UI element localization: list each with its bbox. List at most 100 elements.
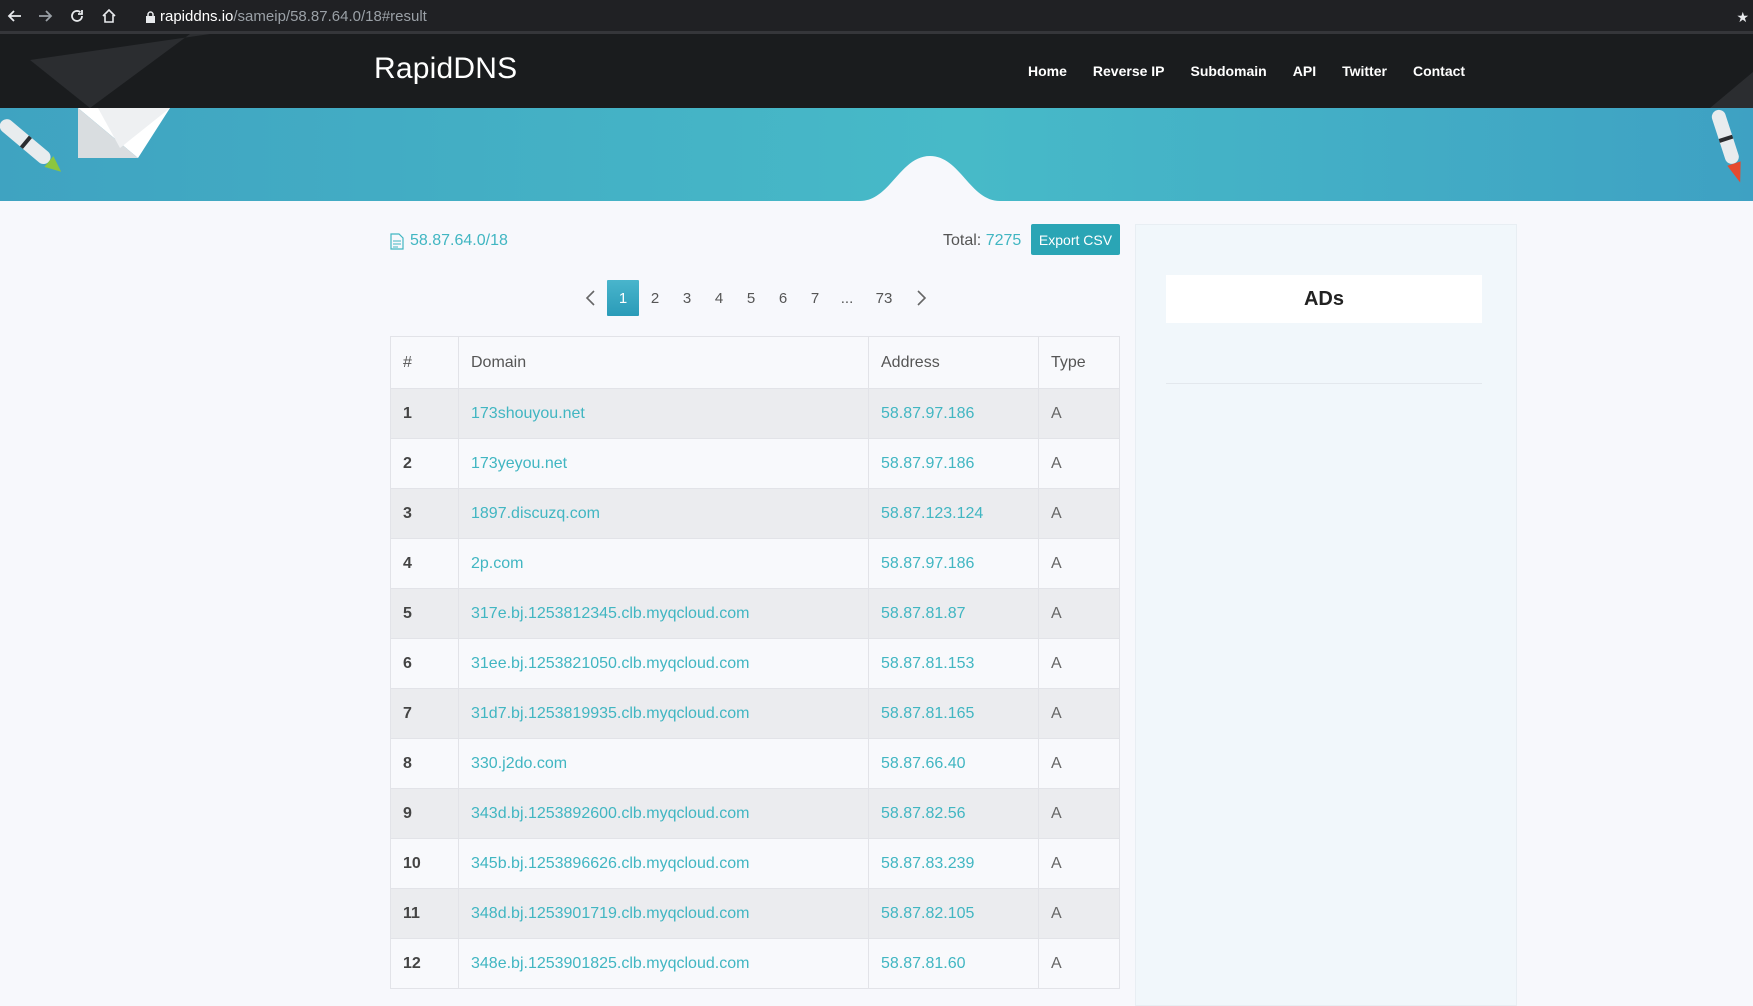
nav-home[interactable]: Home bbox=[1028, 63, 1067, 79]
address-bar[interactable]: rapiddns.io/sameip/58.87.64.0/18#result bbox=[160, 8, 427, 25]
address-link[interactable]: 58.87.81.153 bbox=[881, 655, 974, 672]
address-link[interactable]: 58.87.123.124 bbox=[881, 505, 983, 522]
domain-link[interactable]: 330.j2do.com bbox=[471, 755, 567, 772]
table-row: 8 330.j2do.com 58.87.66.40 A bbox=[390, 738, 1120, 789]
record-type-cell: A bbox=[1038, 938, 1120, 989]
row-index: 8 bbox=[403, 754, 412, 772]
address-link-cell: 58.87.82.105 bbox=[868, 888, 1039, 939]
url-host: rapiddns.io bbox=[160, 8, 234, 25]
hero-bump-shape bbox=[860, 156, 1000, 201]
record-type: A bbox=[1051, 854, 1062, 872]
record-type: A bbox=[1051, 954, 1062, 972]
total-count: Total: 7275 bbox=[943, 232, 1021, 250]
table-row: 12 348e.bj.1253901825.clb.myqcloud.com 58.… bbox=[390, 938, 1120, 989]
domain-link-cell: 348d.bj.1253901719.clb.myqcloud.com bbox=[458, 888, 869, 939]
export-csv-button[interactable]: Export CSV bbox=[1031, 224, 1120, 255]
row-index-cell: 6 bbox=[390, 638, 459, 689]
col-domain: Domain bbox=[458, 336, 869, 389]
domain-link[interactable]: 348e.bj.1253901825.clb.myqcloud.com bbox=[471, 955, 749, 972]
record-type: A bbox=[1051, 504, 1062, 522]
address-link[interactable]: 58.87.97.186 bbox=[881, 455, 974, 472]
page-3[interactable]: 3 bbox=[671, 280, 703, 316]
site-header: RapidDNS Home Reverse IP Subdomain API T… bbox=[0, 34, 1753, 108]
results-table: # Domain Address Type 1 173shouyou.net 58.… bbox=[390, 336, 1120, 989]
domain-link[interactable]: 345b.bj.1253896626.clb.myqcloud.com bbox=[471, 855, 749, 872]
address-link[interactable]: 58.87.83.239 bbox=[881, 855, 974, 872]
record-type: A bbox=[1051, 454, 1062, 472]
address-link[interactable]: 58.87.81.165 bbox=[881, 705, 974, 722]
reload-icon[interactable] bbox=[66, 5, 88, 27]
domain-link[interactable]: 31d7.bj.1253819935.clb.myqcloud.com bbox=[471, 705, 749, 722]
forward-arrow-icon[interactable] bbox=[34, 5, 56, 27]
record-type: A bbox=[1051, 804, 1062, 822]
address-link[interactable]: 58.87.66.40 bbox=[881, 755, 966, 772]
page-5[interactable]: 5 bbox=[735, 280, 767, 316]
browser-toolbar: rapiddns.io/sameip/58.87.64.0/18#result … bbox=[0, 0, 1753, 34]
record-type-cell: A bbox=[1038, 438, 1120, 489]
domain-link[interactable]: 2p.com bbox=[471, 555, 523, 572]
nav-api[interactable]: API bbox=[1293, 63, 1316, 79]
rocket-shadow-icon bbox=[1710, 72, 1753, 108]
address-link[interactable]: 58.87.81.87 bbox=[881, 605, 966, 622]
address-link-cell: 58.87.81.60 bbox=[868, 938, 1039, 989]
table-row: 6 31ee.bj.1253821050.clb.myqcloud.com 58.8… bbox=[390, 638, 1120, 689]
paper-plane-icon bbox=[0, 108, 170, 172]
record-type: A bbox=[1051, 754, 1062, 772]
table-row: 3 1897.discuzq.com 58.87.123.124 A bbox=[390, 488, 1120, 539]
row-index: 3 bbox=[403, 504, 412, 522]
nav-subdomain[interactable]: Subdomain bbox=[1191, 63, 1267, 79]
domain-link[interactable]: 1897.discuzq.com bbox=[471, 505, 600, 522]
record-type-cell: A bbox=[1038, 388, 1120, 439]
address-link[interactable]: 58.87.97.186 bbox=[881, 405, 974, 422]
table-row: 11 348d.bj.1253901719.clb.myqcloud.com 58.… bbox=[390, 888, 1120, 939]
domain-link[interactable]: 173yeyou.net bbox=[471, 455, 567, 472]
chevron-left-icon[interactable] bbox=[575, 280, 607, 316]
domain-link[interactable]: 343d.bj.1253892600.clb.myqcloud.com bbox=[471, 805, 749, 822]
domain-link[interactable]: 31ee.bj.1253821050.clb.myqcloud.com bbox=[471, 655, 749, 672]
page-6[interactable]: 6 bbox=[767, 280, 799, 316]
record-type-cell: A bbox=[1038, 888, 1120, 939]
domain-link-cell: 345b.bj.1253896626.clb.myqcloud.com bbox=[458, 838, 869, 889]
row-index-cell: 9 bbox=[390, 788, 459, 839]
main-nav: Home Reverse IP Subdomain API Twitter Co… bbox=[1028, 63, 1491, 79]
address-link-cell: 58.87.82.56 bbox=[868, 788, 1039, 839]
domain-link[interactable]: 317e.bj.1253812345.clb.myqcloud.com bbox=[471, 605, 749, 622]
address-link[interactable]: 58.87.97.186 bbox=[881, 555, 974, 572]
row-index: 10 bbox=[403, 854, 421, 872]
record-type: A bbox=[1051, 654, 1062, 672]
page-2[interactable]: 2 bbox=[639, 280, 671, 316]
back-arrow-icon[interactable] bbox=[4, 5, 26, 27]
page-4[interactable]: 4 bbox=[703, 280, 735, 316]
nav-reverse-ip[interactable]: Reverse IP bbox=[1093, 63, 1165, 79]
row-index-cell: 11 bbox=[390, 888, 459, 939]
table-row: 5 317e.bj.1253812345.clb.myqcloud.com 58.8… bbox=[390, 588, 1120, 639]
col-type: Type bbox=[1038, 336, 1120, 389]
sidebar: ADs bbox=[1135, 224, 1517, 1006]
table-row: 9 343d.bj.1253892600.clb.myqcloud.com 58.8… bbox=[390, 788, 1120, 839]
nav-twitter[interactable]: Twitter bbox=[1342, 63, 1387, 79]
address-link[interactable]: 58.87.82.105 bbox=[881, 905, 974, 922]
query-text: 58.87.64.0/18 bbox=[410, 232, 508, 249]
record-type: A bbox=[1051, 404, 1062, 422]
record-type-cell: A bbox=[1038, 688, 1120, 739]
home-icon[interactable] bbox=[98, 5, 120, 27]
domain-link[interactable]: 348d.bj.1253901719.clb.myqcloud.com bbox=[471, 905, 749, 922]
bookmark-star-icon[interactable]: ★ bbox=[1736, 9, 1749, 26]
domain-link-cell: 173shouyou.net bbox=[458, 388, 869, 439]
chevron-right-icon[interactable] bbox=[905, 280, 937, 316]
domain-link[interactable]: 173shouyou.net bbox=[471, 405, 585, 422]
address-link-cell: 58.87.97.186 bbox=[868, 388, 1039, 439]
total-label: Total: bbox=[943, 232, 982, 249]
page-1[interactable]: 1 bbox=[607, 280, 639, 316]
row-index: 2 bbox=[403, 454, 412, 472]
page-7[interactable]: 7 bbox=[799, 280, 831, 316]
address-link-cell: 58.87.81.87 bbox=[868, 588, 1039, 639]
address-link[interactable]: 58.87.81.60 bbox=[881, 955, 966, 972]
record-type-cell: A bbox=[1038, 488, 1120, 539]
page-73[interactable]: 73 bbox=[863, 280, 905, 316]
pagination: 1 2 3 4 5 6 7 ... 73 bbox=[575, 280, 937, 316]
nav-contact[interactable]: Contact bbox=[1413, 63, 1465, 79]
query-link[interactable]: 58.87.64.0/18 bbox=[390, 232, 508, 250]
address-link[interactable]: 58.87.82.56 bbox=[881, 805, 966, 822]
brand-logo[interactable]: RapidDNS bbox=[374, 52, 517, 86]
